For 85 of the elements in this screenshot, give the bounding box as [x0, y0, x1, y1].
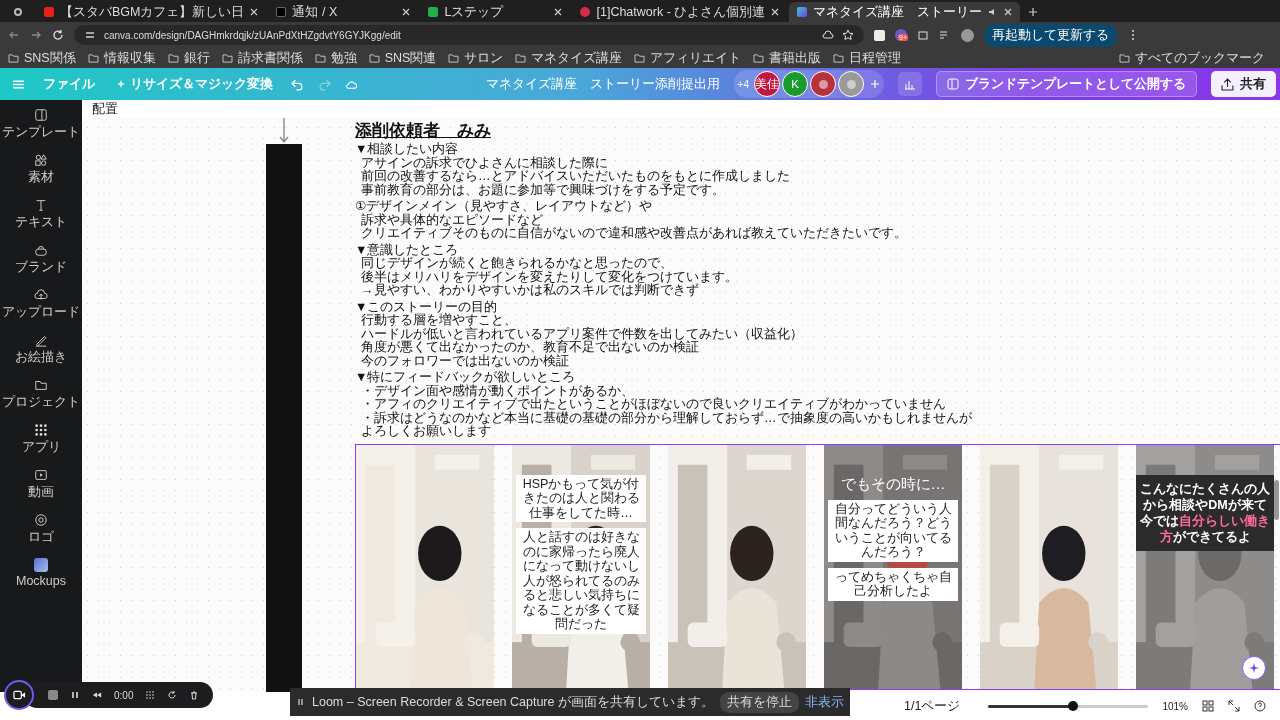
document-line: ①デザインメイン（見やすさ、レイアウトなど）や	[355, 200, 653, 214]
document-line: ・デザイン面や感情が動くポイントがあるか、	[361, 384, 634, 398]
sidebar-label: ロゴ	[28, 529, 54, 546]
sidebar-item[interactable]: プロジェクト	[2, 378, 80, 411]
bookmark-folder[interactable]: サロン	[464, 49, 504, 67]
caption: HSPかもって気が付きたのは人と関わる仕事をしてた時…	[516, 474, 646, 523]
bookmark-folder[interactable]: アフィリエイト	[650, 49, 742, 67]
document-line: 同じデザインが続くと飽きられるかなと思ったので、	[361, 257, 673, 271]
sidebar-label: アプリ	[21, 439, 61, 456]
document-line: クリエイティブそのものに自信がないので違和感や改善点があれば教えていただきたいです。	[361, 227, 907, 241]
user-avatar[interactable]: K	[782, 71, 808, 97]
bookmark-folder[interactable]: すべてのブックマーク	[1135, 49, 1265, 67]
sidebar-item[interactable]: ロゴ	[28, 513, 54, 546]
sidebar-item[interactable]: ブランド	[15, 243, 67, 276]
tab-title: Lステップ	[444, 3, 505, 21]
bookmark-folder[interactable]: マネタイズ講座	[531, 49, 623, 67]
share-button[interactable]: 共有	[1211, 71, 1276, 97]
sidebar-label: Mockups	[16, 574, 66, 588]
sidebar-item[interactable]: テキスト	[15, 198, 67, 231]
sidebar-label: ブランド	[15, 259, 67, 276]
notice-text: Loom – Screen Recorder & Screen Capture が画面を共有しています。	[312, 693, 714, 711]
caption: 人と話すのは好きなのに家帰ったら廃人になって動けないし人が怒られてるのみると悲しい気持ちになることが多くて疑問だった	[516, 528, 646, 634]
browser-tab[interactable]: [1]Chatwork - ひよさん個別連	[572, 2, 788, 22]
browser-tab[interactable]: マネタイズ講座 ストーリー	[789, 2, 1021, 22]
document-line: 後半はメリハリをデザインを変えたりして変化をつけています。	[361, 270, 738, 284]
document-line: →見やすい、わかりやすいかは私のスキルでは判断できず	[361, 284, 699, 298]
sidebar-item[interactable]: 素材	[28, 153, 54, 186]
document-line: アサインの訴求でひよさんに相談した際に	[361, 156, 608, 170]
tab-title: 【スタバBGMカフェ】新しい日	[60, 3, 245, 21]
sidebar-item[interactable]: Mockups	[16, 558, 66, 588]
caption-title: でもその時に…	[840, 474, 946, 494]
stop-sharing-button[interactable]: 共有を停止	[719, 691, 799, 713]
document-line: 角度が悪くて出なかったのか、教育不足で出ないのか検証	[361, 341, 699, 355]
address-bar[interactable]: canva.com/design/DAGHmkrdqjk/zUAnPdXtHZgdvtY6GYJKgg/edit	[74, 25, 864, 45]
sidebar-item[interactable]: 動画	[28, 468, 54, 501]
bookmark-folder[interactable]: 日程管理	[849, 49, 902, 67]
caption: こんなにたくさんの人から相談やDMが来て今では自分らしい働き方ができてるよ	[1136, 474, 1274, 551]
browser-tab[interactable]: 通知 / X	[268, 2, 419, 22]
document-line: 事前教育の部分は、お題に参加等で興味づけをする予定です。	[361, 183, 725, 198]
sidebar-item[interactable]: アプリ	[21, 423, 61, 456]
document-title: 添削依頼者 みみ	[355, 120, 491, 142]
bookmark-folder[interactable]: 請求書関係	[237, 49, 303, 67]
sidebar-label: 動画	[28, 484, 54, 501]
zoom-reading[interactable]: 101%	[1162, 700, 1188, 712]
document-line: 訴求や具体的なエピソードなど	[361, 213, 543, 227]
document-line: ・訴求はどうなのかなど本当に基礎の基礎の部分から理解しておらず…で抽象度の高いかもしれませんが	[361, 411, 972, 426]
document-line: ▼このストーリーの目的	[355, 300, 498, 314]
bookmark-folder[interactable]: 勉強	[330, 49, 357, 67]
document-line: ▼相談したい内容	[355, 143, 459, 157]
position-label: 配置	[92, 100, 118, 118]
bookmark-folder[interactable]: SNS関係	[24, 49, 76, 67]
bookmark-folder[interactable]: SNS関連	[384, 49, 437, 67]
recording-timer: 0:00	[114, 689, 134, 701]
tab-title: 通知 / X	[292, 3, 339, 21]
document-line: ・アフィのクリエイティブで出たということがほぼないので良いクリエイティブがわかっていません	[361, 398, 946, 412]
user-avatar[interactable]: 美佳	[754, 71, 780, 97]
sidebar-item[interactable]: テンプレート	[2, 108, 80, 141]
document-line: ▼特にフィードバックが欲しいところ	[355, 371, 576, 385]
sidebar-item[interactable]: アップロード	[2, 288, 80, 321]
collaborator-count: +4	[737, 78, 749, 90]
caption: 自分ってどういう人間なんだろう？どういうことが向いてるんだろう？	[828, 499, 958, 562]
document-line: よろしくお願いします	[361, 425, 491, 439]
sidebar-item[interactable]: お絵描き	[15, 333, 67, 366]
update-button[interactable]: 再起動して更新する	[984, 23, 1117, 47]
sidebar-label: 素材	[28, 169, 54, 186]
collaborators-panel[interactable]: +4 美佳 K	[733, 70, 884, 98]
bookmark-folder[interactable]: 情報収集	[103, 49, 156, 67]
bookmark-folder[interactable]: 銀行	[183, 49, 210, 67]
sidebar-label: テキスト	[15, 214, 67, 231]
document-line: 今のフォロワーでは出ないのか検証	[361, 354, 569, 369]
tab-title: マネタイズ講座 ストーリー	[813, 3, 983, 21]
publish-button[interactable]: ブランドテンプレートとして公開する	[936, 71, 1197, 97]
sidebar-label: お絵描き	[15, 349, 67, 366]
sidebar-label: テンプレート	[2, 124, 80, 141]
document-line: ハードルが低いと言われているアプリ案件で件数を出してみたい（収益化）	[361, 327, 803, 341]
document-line: ▼意識したところ	[355, 243, 459, 257]
hide-link[interactable]: 非表示	[804, 693, 844, 711]
sidebar-label: アップロード	[2, 304, 80, 321]
tab-title: [1]Chatwork - ひよさん個別連	[596, 3, 766, 21]
browser-tab[interactable]: Lステップ	[420, 2, 571, 22]
caption: ってめちゃくちゃ自己分析したよ	[828, 567, 958, 601]
sidebar-label: プロジェクト	[2, 394, 80, 411]
browser-tab[interactable]: 【スタバBGMカフェ】新しい日	[36, 2, 267, 22]
bookmark-folder[interactable]: 書籍出版	[769, 49, 822, 67]
page-count[interactable]: 1/1ページ	[904, 697, 961, 715]
